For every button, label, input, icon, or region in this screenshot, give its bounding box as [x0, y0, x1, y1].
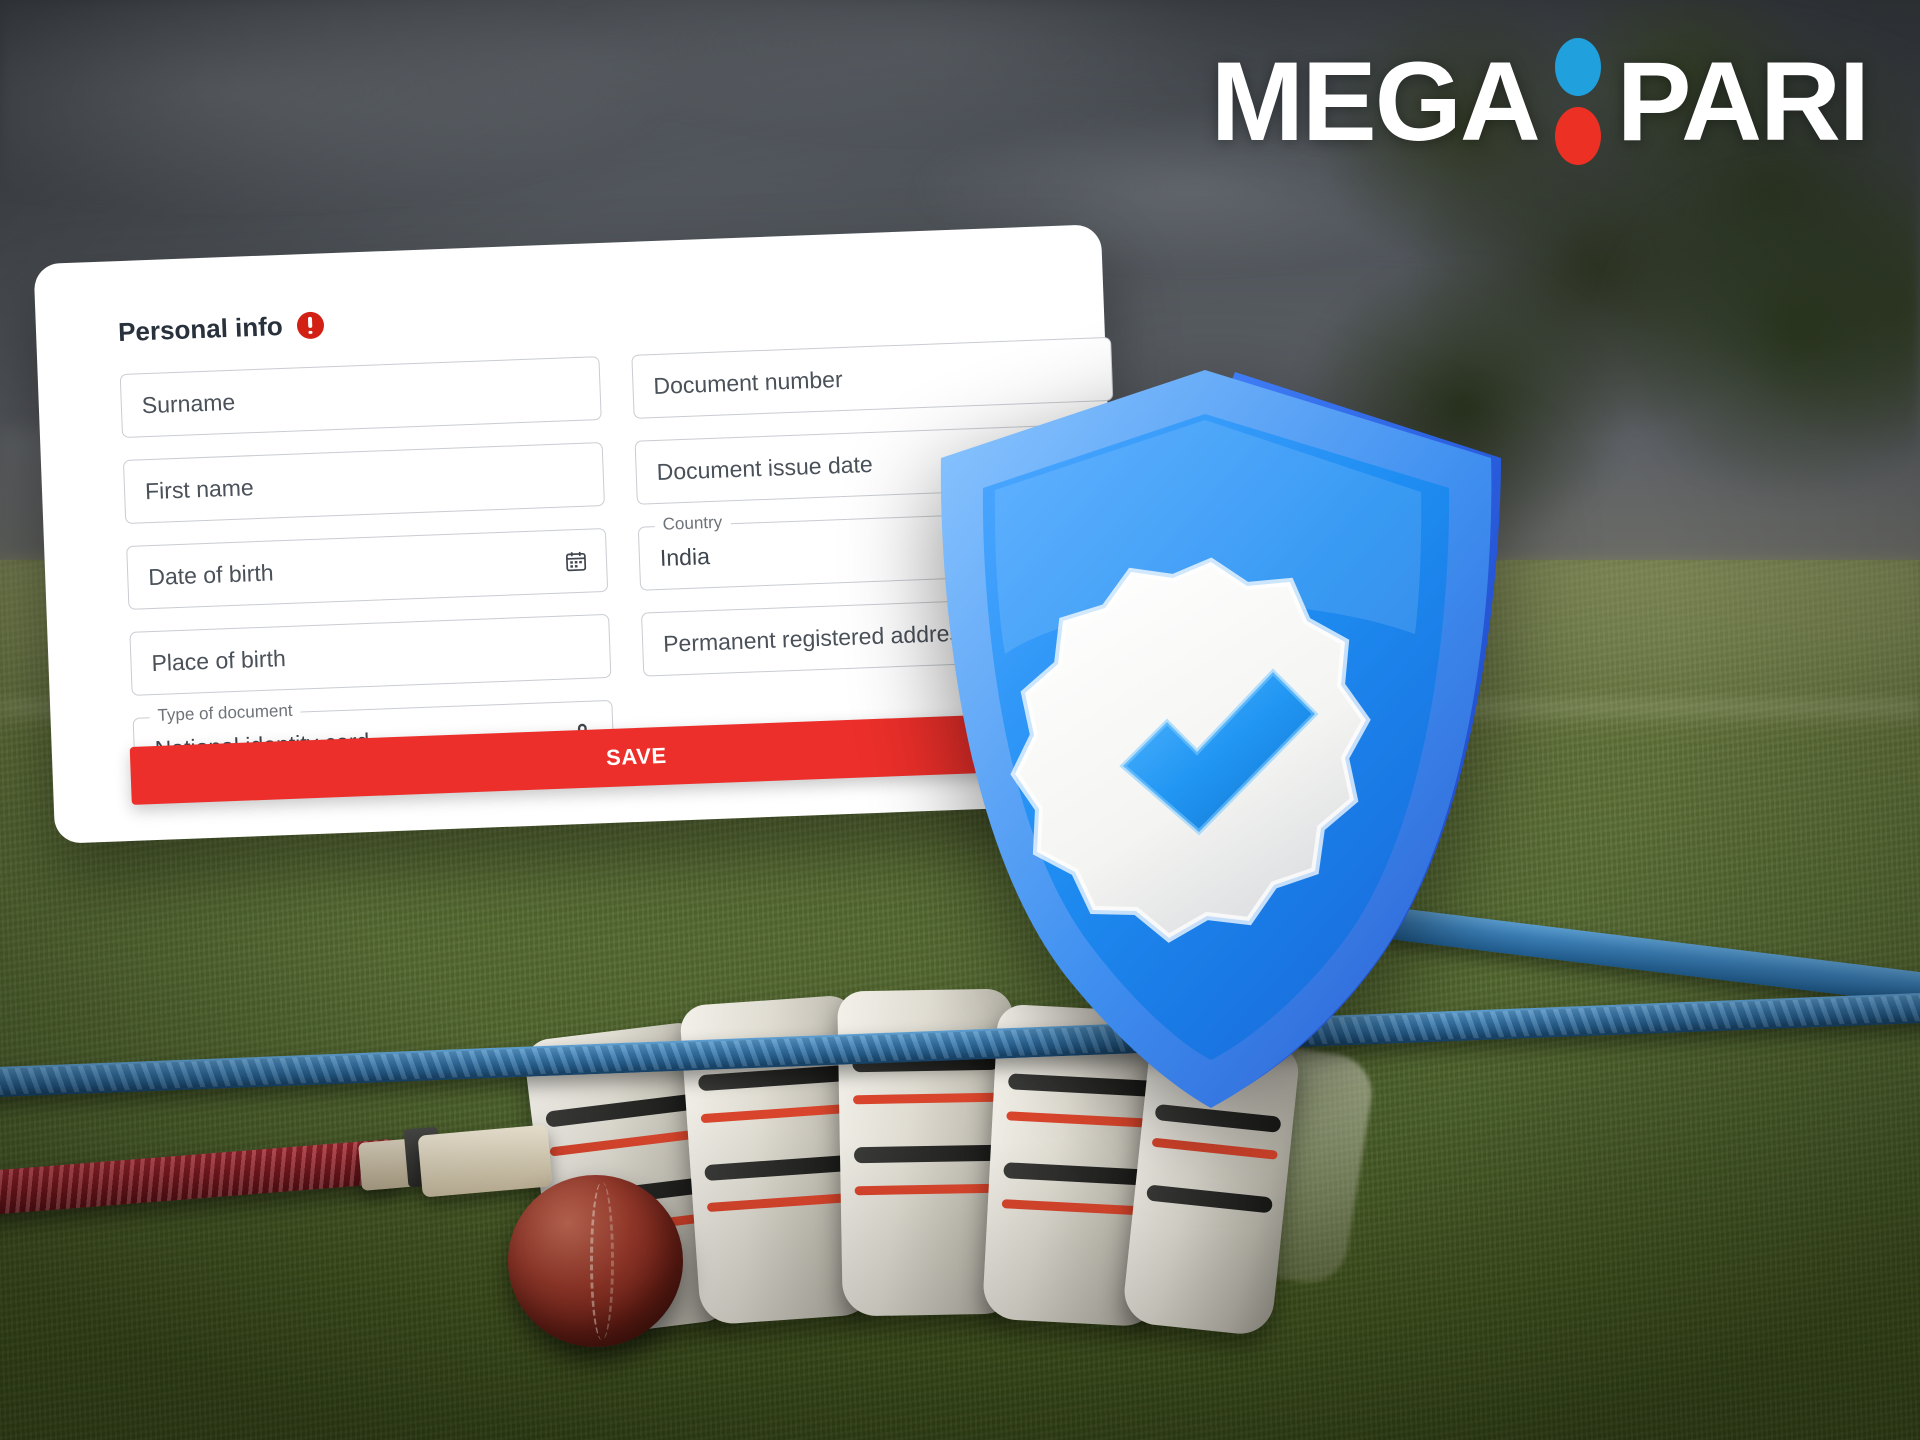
document-issue-date-placeholder: Document issue date [656, 450, 874, 485]
first-name-placeholder: First name [144, 473, 255, 504]
surname-field[interactable]: Surname [119, 356, 602, 439]
place-of-birth-placeholder: Place of birth [151, 644, 287, 676]
country-value: India [659, 542, 711, 571]
logo-dot-blue-icon [1554, 38, 1601, 96]
logo-text-pari: PARI [1616, 38, 1870, 164]
date-of-birth-placeholder: Date of birth [147, 558, 274, 590]
alert-circle-icon [296, 311, 325, 340]
logo-text-mega: MEGA [1210, 38, 1541, 164]
logo-dot-red-icon [1554, 107, 1601, 165]
page-title: Personal info [117, 310, 284, 348]
date-of-birth-field[interactable]: Date of birth [126, 527, 609, 610]
megapari-logo[interactable]: MEGA PARI [1210, 38, 1870, 165]
calendar-icon[interactable] [564, 549, 589, 574]
place-of-birth-field[interactable]: Place of birth [129, 613, 612, 696]
first-name-field[interactable]: First name [122, 442, 605, 524]
document-number-placeholder: Document number [652, 365, 844, 399]
country-label: Country [654, 512, 731, 536]
logo-colon-dots [1554, 38, 1601, 165]
surname-placeholder: Surname [141, 388, 236, 418]
type-of-document-label: Type of document [149, 700, 301, 727]
card-header: Personal info [118, 282, 1059, 348]
verified-shield-check-icon [940, 370, 1502, 1108]
